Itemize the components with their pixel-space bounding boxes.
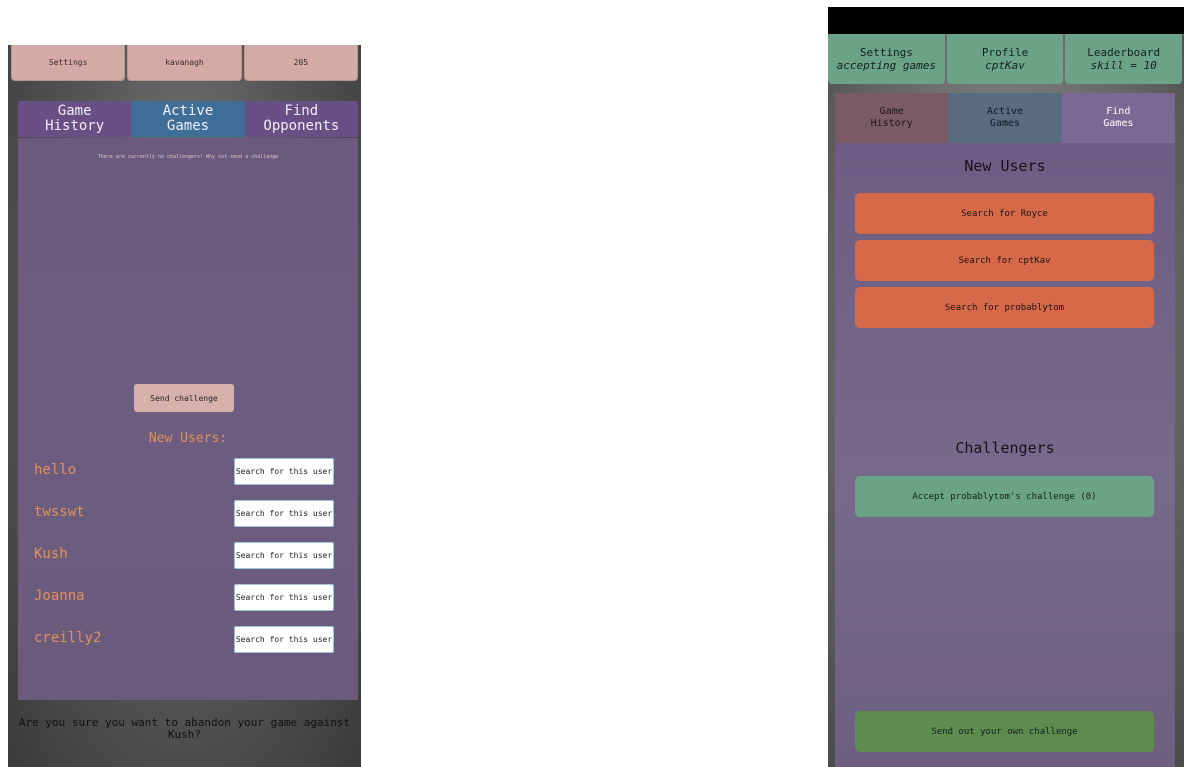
list-item: hello Search for this user: [18, 458, 358, 486]
tab-active-games[interactable]: Active Games: [948, 93, 1062, 143]
settings-button[interactable]: Settings: [11, 45, 126, 81]
list-item: Kush Search for this user: [18, 542, 358, 570]
list-item: creilly2 Search for this user: [18, 626, 358, 654]
settings-status: accepting games: [836, 59, 936, 72]
send-challenge-button[interactable]: Send challenge: [134, 384, 234, 412]
user-name: Joanna: [34, 588, 85, 604]
right-content-panel: New Users Search for Royce Search for cp…: [835, 143, 1175, 767]
search-user-button[interactable]: Search for this user: [234, 584, 334, 611]
skill-value: skill = 10: [1090, 59, 1157, 72]
challengers-heading: Challengers: [955, 439, 1055, 457]
right-top-bar: Settings accepting games Profile cptKav …: [828, 34, 1184, 84]
search-probablytom-button[interactable]: Search for probablytom: [855, 287, 1154, 328]
settings-label: Settings: [859, 46, 913, 59]
left-top-bar: Settings kavanagh 205: [11, 45, 360, 81]
tab-find-games[interactable]: Find Games: [1061, 93, 1175, 143]
user-name: Kush: [34, 546, 68, 562]
score-button[interactable]: 205: [243, 45, 358, 81]
status-bar: [828, 7, 1184, 34]
user-name: hello: [34, 462, 77, 478]
new-users-heading: New Users:: [148, 431, 228, 446]
list-item: Joanna Search for this user: [18, 584, 358, 612]
left-phone-screen: Settings kavanagh 205 Game History Activ…: [8, 45, 361, 767]
accept-challenge-button[interactable]: Accept probablytom's challenge (0): [855, 476, 1154, 517]
settings-button[interactable]: Settings accepting games: [828, 34, 945, 84]
leaderboard-button[interactable]: Leaderboard skill = 10: [1065, 34, 1183, 84]
tab-game-history[interactable]: Game History: [18, 101, 132, 137]
tab-active-games[interactable]: Active Games: [131, 101, 245, 137]
search-user-button[interactable]: Search for this user: [234, 542, 334, 569]
search-cptkav-button[interactable]: Search for cptKav: [855, 240, 1154, 281]
left-tab-bar: Game History Active Games Find Opponents: [18, 101, 358, 137]
search-royce-button[interactable]: Search for Royce: [855, 193, 1154, 234]
tab-game-history[interactable]: Game History: [835, 93, 949, 143]
leaderboard-label: Leaderboard: [1087, 46, 1161, 59]
profile-username: cptKav: [985, 59, 1025, 72]
user-name: twsswt: [34, 504, 85, 520]
right-tab-bar: Game History Active Games Find Games: [835, 93, 1175, 143]
username-button[interactable]: kavanagh: [127, 45, 242, 81]
left-content-panel: There are currently no challengers! Why …: [18, 138, 358, 700]
new-users-heading: New Users: [964, 157, 1046, 175]
user-name: creilly2: [34, 630, 102, 646]
search-user-button[interactable]: Search for this user: [234, 626, 334, 653]
abandon-game-prompt: Are you sure you want to abandon your ga…: [18, 716, 351, 741]
right-phone-screen: Settings accepting games Profile cptKav …: [828, 7, 1184, 767]
profile-label: Profile: [981, 46, 1029, 59]
no-challengers-message: There are currently no challengers! Why …: [97, 154, 279, 160]
list-item: twsswt Search for this user: [18, 500, 358, 528]
profile-button[interactable]: Profile cptKav: [946, 34, 1064, 84]
tab-find-opponents[interactable]: Find Opponents: [244, 101, 358, 137]
send-own-challenge-button[interactable]: Send out your own challenge: [855, 711, 1154, 752]
search-user-button[interactable]: Search for this user: [234, 458, 334, 485]
search-user-button[interactable]: Search for this user: [234, 500, 334, 527]
